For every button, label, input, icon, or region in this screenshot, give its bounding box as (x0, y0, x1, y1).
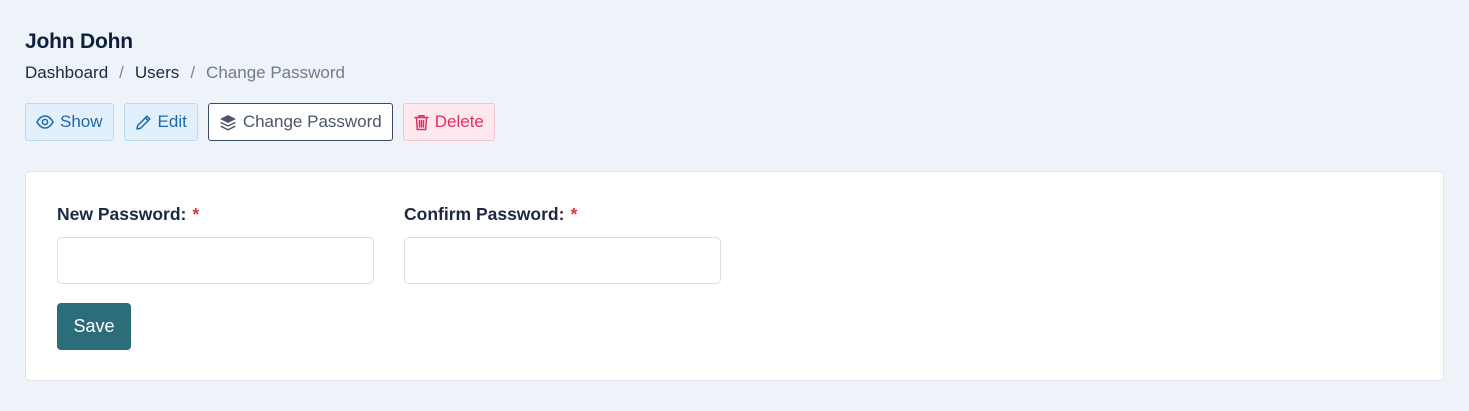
breadcrumb-separator: / (190, 63, 196, 82)
show-button[interactable]: Show (25, 103, 114, 141)
breadcrumb-users[interactable]: Users (135, 63, 179, 83)
trash-icon (414, 114, 429, 131)
new-password-label: New Password: * (57, 204, 374, 225)
confirm-password-label: Confirm Password: * (404, 204, 721, 225)
change-password-form: New Password: * Confirm Password: * Save (25, 171, 1444, 381)
save-button[interactable]: Save (57, 303, 131, 350)
edit-button-label: Edit (157, 112, 187, 131)
breadcrumb-dashboard[interactable]: Dashboard (25, 63, 108, 83)
new-password-field: New Password: * (57, 204, 374, 284)
confirm-password-field: Confirm Password: * (404, 204, 721, 284)
required-marker: * (192, 204, 200, 224)
confirm-password-input[interactable] (404, 237, 721, 284)
new-password-label-text: New Password: (57, 204, 187, 224)
delete-button-label: Delete (434, 112, 484, 131)
page-title: John Dohn (25, 30, 133, 53)
confirm-password-label-text: Confirm Password: (404, 204, 565, 224)
breadcrumb: Dashboard / Users / Change Password (25, 63, 345, 83)
new-password-input[interactable] (57, 237, 374, 284)
change-password-button[interactable]: Change Password (207, 103, 393, 141)
breadcrumb-separator: / (119, 63, 124, 82)
change-password-button-label: Change Password (242, 112, 382, 131)
breadcrumb-current: Change Password (206, 63, 345, 82)
eye-icon (36, 115, 54, 129)
layers-icon (219, 114, 237, 131)
edit-button[interactable]: Edit (123, 103, 198, 141)
action-bar: Show Edit Change Password Delete (25, 103, 495, 141)
delete-button[interactable]: Delete (402, 103, 495, 141)
pencil-icon (135, 114, 152, 131)
show-button-label: Show (60, 112, 103, 131)
required-marker: * (570, 204, 578, 224)
